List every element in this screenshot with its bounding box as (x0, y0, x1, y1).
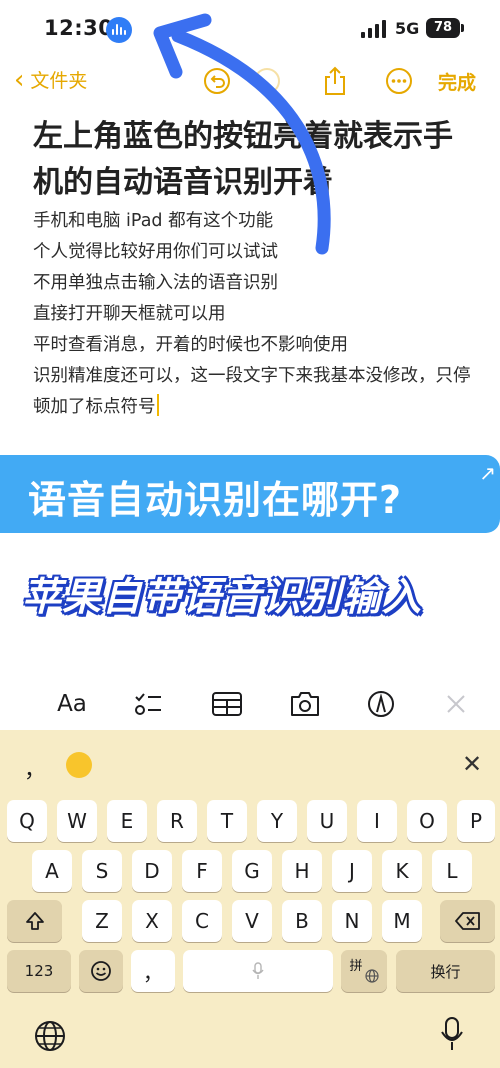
question-banner: 语音自动识别在哪开? ↗ (0, 455, 500, 533)
note-line: 平时查看消息，开着的时候也不影响使用 (33, 335, 348, 355)
dictation-microphone-icon[interactable] (440, 1016, 464, 1056)
arrow-up-right-icon: ↗ (479, 461, 496, 485)
key-y[interactable]: Y (257, 800, 297, 842)
key-m[interactable]: M (382, 900, 422, 942)
comma-key[interactable]: ， (131, 950, 175, 992)
subtitle-banner: 苹果自带语音识别输入 (22, 575, 423, 620)
key-x[interactable]: X (132, 900, 172, 942)
delete-icon (454, 912, 480, 930)
key-o[interactable]: O (407, 800, 447, 842)
key-c[interactable]: C (182, 900, 222, 942)
text-cursor (156, 394, 159, 416)
candidate-comma[interactable]: ， (24, 752, 46, 784)
key-v[interactable]: V (232, 900, 272, 942)
key-b[interactable]: B (282, 900, 322, 942)
space-key[interactable] (183, 950, 333, 992)
shift-icon (25, 912, 44, 930)
key-q[interactable]: Q (7, 800, 47, 842)
emoji-candidate-icon[interactable] (66, 752, 92, 778)
globe-icon[interactable] (34, 1020, 66, 1056)
key-k[interactable]: K (382, 850, 422, 892)
key-h[interactable]: H (282, 850, 322, 892)
key-s[interactable]: S (82, 850, 122, 892)
key-t[interactable]: T (207, 800, 247, 842)
emoji-key[interactable] (79, 950, 123, 992)
markup-pen-icon[interactable] (361, 686, 401, 722)
numbers-key[interactable]: 123 (7, 950, 71, 992)
table-icon[interactable] (207, 686, 247, 722)
question-banner-text: 语音自动识别在哪开? (28, 478, 403, 522)
key-d[interactable]: D (132, 850, 172, 892)
keyboard-bottom-row (0, 1012, 500, 1068)
checklist-icon[interactable] (128, 686, 168, 722)
key-l[interactable]: L (432, 850, 472, 892)
format-toolbar: Aa (0, 678, 500, 730)
key-f[interactable]: F (182, 850, 222, 892)
key-n[interactable]: N (332, 900, 372, 942)
text-format-button[interactable]: Aa (52, 686, 92, 722)
shift-key[interactable] (7, 900, 62, 942)
close-toolbar-icon[interactable] (436, 686, 476, 722)
key-r[interactable]: R (157, 800, 197, 842)
microphone-small-icon (252, 962, 264, 979)
key-i[interactable]: I (357, 800, 397, 842)
close-candidates-icon[interactable]: ✕ (462, 750, 482, 778)
globe-small-icon (364, 969, 379, 983)
emoji-icon (91, 961, 111, 981)
annotation-arrow (153, 13, 331, 255)
key-u[interactable]: U (307, 800, 347, 842)
key-a[interactable]: A (32, 850, 72, 892)
key-z[interactable]: Z (82, 900, 122, 942)
delete-key[interactable] (440, 900, 495, 942)
input-method-key[interactable]: 拼 (341, 950, 387, 992)
return-key[interactable]: 换行 (396, 950, 495, 992)
key-g[interactable]: G (232, 850, 272, 892)
key-p[interactable]: P (457, 800, 495, 842)
key-w[interactable]: W (57, 800, 97, 842)
key-e[interactable]: E (107, 800, 147, 842)
note-line-text: 识别精准度还可以，这一段文字下来我基本没修改，只停顿加了标点符号 (33, 366, 471, 417)
candidate-bar: ， ✕ (0, 730, 500, 800)
note-line-last: 识别精准度还可以，这一段文字下来我基本没修改，只停顿加了标点符号 (33, 361, 473, 423)
key-j[interactable]: J (332, 850, 372, 892)
note-line: 直接打开聊天框就可以用 (33, 304, 226, 324)
input-method-label: 拼 (349, 958, 363, 974)
camera-icon[interactable] (285, 686, 325, 722)
